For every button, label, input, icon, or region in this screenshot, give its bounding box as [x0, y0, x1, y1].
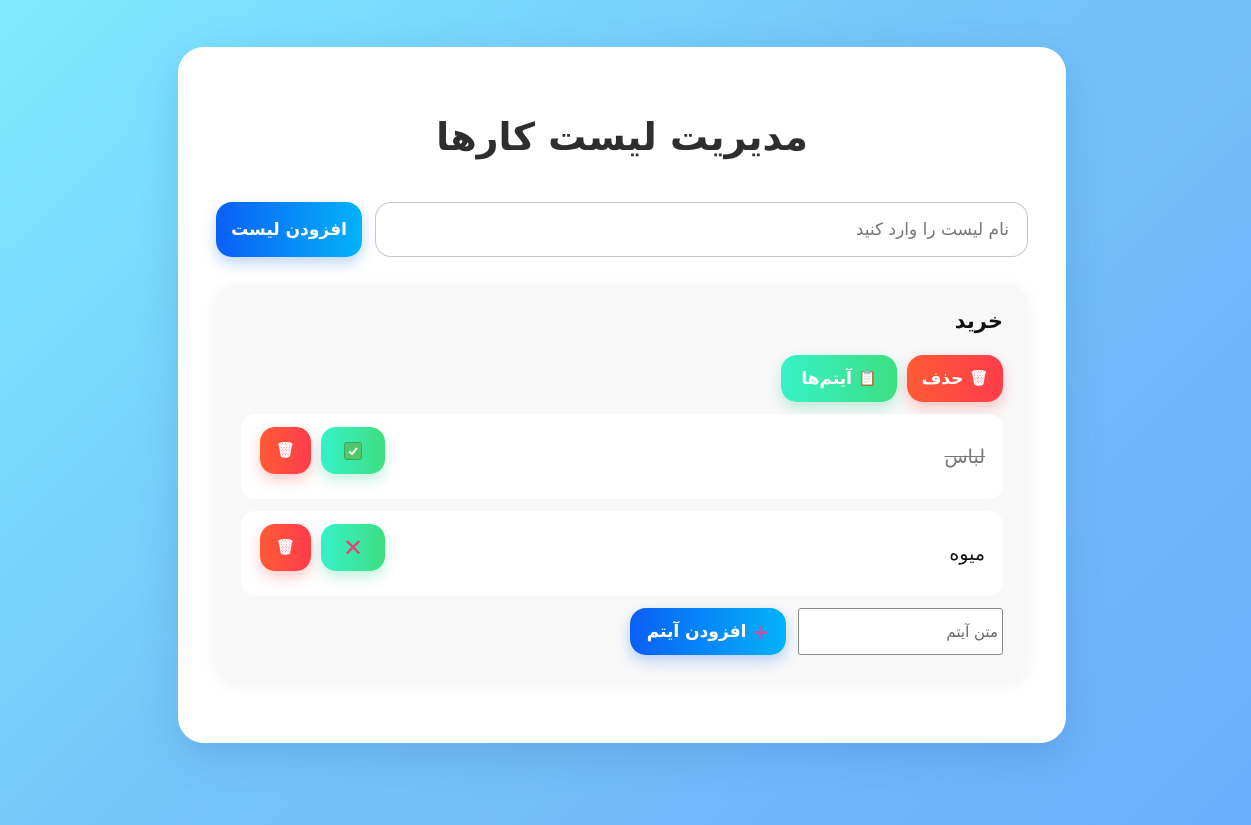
list-panel: خرید 🗑 حذف 📋 آیتم‌ها لباس 🗑 میوه	[216, 284, 1028, 680]
trash-icon: 🗑	[275, 538, 296, 556]
items-label: آیتم‌ها	[801, 368, 852, 389]
toggle-done-button[interactable]: ✕	[321, 524, 385, 571]
trash-icon: 🗑	[969, 369, 989, 387]
check-mark-icon	[348, 446, 358, 455]
app-card: مدیریت لیست کارها افزودن لیست خرید 🗑 حذف…	[178, 47, 1066, 743]
items-button[interactable]: 📋 آیتم‌ها	[781, 355, 897, 402]
list-name-input[interactable]	[375, 202, 1028, 257]
list-item: میوه ✕ 🗑	[241, 511, 1003, 596]
add-item-button[interactable]: + افزودن آیتم	[630, 608, 786, 655]
add-list-label: افزودن لیست	[231, 219, 347, 240]
list-title: خرید	[954, 309, 1003, 333]
delete-item-button[interactable]: 🗑	[260, 524, 311, 571]
delete-list-button[interactable]: 🗑 حذف	[907, 355, 1003, 402]
check-icon	[344, 441, 362, 460]
plus-icon: +	[752, 619, 770, 644]
trash-icon: 🗑	[275, 441, 296, 459]
add-list-button[interactable]: افزودن لیست	[216, 202, 362, 257]
item-text-input[interactable]	[798, 608, 1003, 655]
clipboard-icon: 📋	[857, 369, 877, 387]
item-text: میوه	[949, 542, 985, 565]
list-item: لباس 🗑	[241, 414, 1003, 499]
page-title: مدیریت لیست کارها	[436, 115, 808, 159]
delete-list-label: حذف	[921, 368, 964, 389]
delete-item-button[interactable]: 🗑	[260, 427, 311, 474]
item-text: لباس	[944, 445, 985, 468]
add-item-label: افزودن آیتم	[646, 621, 747, 642]
close-icon: ✕	[342, 533, 364, 562]
toggle-done-button[interactable]	[321, 427, 385, 474]
